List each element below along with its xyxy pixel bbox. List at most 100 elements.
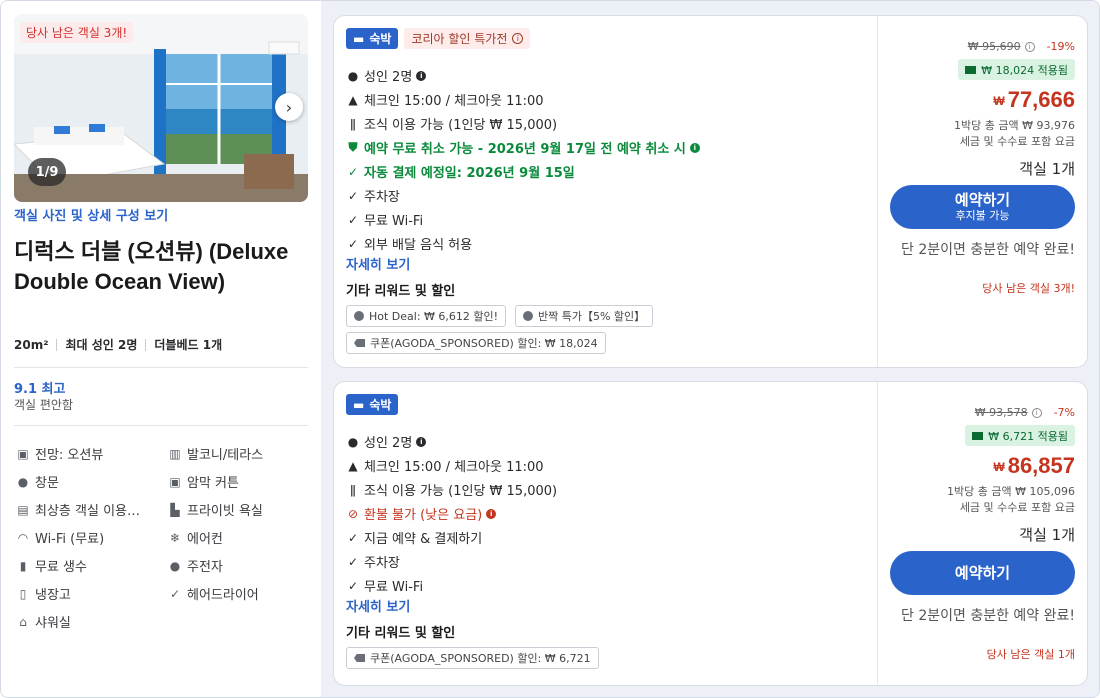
tax-note: 세금 및 수수료 포함 요금	[959, 135, 1075, 148]
quick-booking-note: 단 2분이면 충분한 예약 완료!	[901, 608, 1075, 624]
original-price-value: ₩ 93,578	[974, 406, 1028, 419]
feature-breakfast: ǁ 조식 이용 가능 (1인당 ₩ 15,000)	[346, 114, 557, 134]
feature-parking: ✓ 주차장	[346, 552, 400, 572]
flash-sale-chip[interactable]: 반짝 특가【5% 할인】	[515, 305, 654, 327]
info-icon: i	[512, 33, 524, 44]
room-score: 9.1 최고	[14, 382, 66, 397]
amenity-view: ▣ 전망: 오션뷰	[16, 444, 104, 464]
person-icon: ●	[347, 68, 359, 83]
amenity-kettle: ● 주전자	[168, 556, 223, 576]
photo-counter: 1/9	[28, 158, 66, 186]
room-occupancy: 최대 성인 2명	[65, 338, 138, 352]
bell-icon: ▲	[348, 458, 358, 473]
book-button-label: 예약하기	[954, 563, 1011, 582]
check-icon: ✓	[347, 530, 359, 545]
amenity-label: 창문	[35, 476, 59, 491]
meta-divider	[56, 338, 58, 351]
fridge-icon: ▯	[19, 586, 27, 601]
tax-note: 세금 및 수수료 포함 요금	[959, 501, 1075, 514]
amenity-hairdryer: ✓ 헤어드라이어	[168, 584, 259, 604]
rewards-heading: 기타 리워드 및 할인	[346, 284, 456, 299]
amenity-window: ● 창문	[16, 472, 59, 492]
applied-text: ₩ 18,024 적용됨	[981, 63, 1068, 77]
feature-pay-now: ✓ 지금 예약 & 결제하기	[346, 528, 483, 548]
feature-text: 주차장	[364, 190, 400, 205]
discount-percent: -19%	[1046, 40, 1075, 53]
offer-tags: ▬ 숙박	[346, 394, 399, 415]
bed-icon: ▬	[353, 397, 365, 412]
quick-booking-note: 단 2분이면 충분한 예약 완료!	[901, 242, 1075, 258]
chip-text: 반짝 특가【5% 할인】	[538, 310, 646, 323]
currency-symbol: ₩	[993, 460, 1005, 475]
feature-text: 주차장	[364, 556, 400, 571]
feature-breakfast: ǁ 조식 이용 가능 (1인당 ₩ 15,000)	[346, 480, 557, 500]
hairdryer-icon: ✓	[169, 586, 181, 601]
no-refund-icon: ⊘	[347, 506, 359, 521]
fork-knife-icon: ǁ	[350, 116, 356, 131]
chip-text: 쿠폰(AGODA_SPONSORED) 할인: ₩ 6,721	[370, 652, 591, 665]
ticket-icon	[965, 65, 977, 74]
promo-tag[interactable]: 코리아 할인 특가전 i	[404, 28, 531, 49]
stay-tag: ▬ 숙박	[346, 28, 399, 49]
amenity-label: 전망: 오션뷰	[35, 448, 104, 463]
feature-parking: ✓ 주차장	[346, 186, 400, 206]
view-icon: ▣	[17, 446, 29, 461]
discount-applied-badge: ₩ 6,721 적용됨	[965, 425, 1075, 446]
feature-guests: ● 성인 2명 i	[346, 66, 427, 85]
book-button[interactable]: 예약하기 후지불 가능	[890, 185, 1075, 229]
original-price-value: ₩ 95,690	[967, 40, 1021, 53]
feature-text: 외부 배달 음식 허용	[364, 238, 473, 253]
book-button[interactable]: 예약하기	[890, 551, 1075, 595]
coupon-icon	[354, 654, 365, 662]
feature-no-refund: ⊘ 환불 불가 (낮은 요금) i	[346, 504, 497, 523]
feature-text: 성인 2명	[364, 436, 413, 451]
info-icon[interactable]: i	[689, 142, 700, 153]
room-offer-panel: 당사 남은 객실 3개! › 1/9 객실 사진 및 상세 구성 보기 디럭스 …	[0, 0, 1100, 698]
amenity-label: 에어컨	[187, 532, 223, 547]
next-photo-button[interactable]: ›	[275, 93, 303, 121]
wifi-icon: ◠	[17, 530, 29, 545]
feature-checkin: ▲ 체크인 15:00 / 체크아웃 11:00	[346, 456, 543, 476]
coupon-icon	[354, 339, 365, 347]
ticket-icon	[972, 431, 984, 440]
view-room-photos-link[interactable]: 객실 사진 및 상세 구성 보기	[14, 205, 168, 224]
info-icon[interactable]: i	[1031, 407, 1042, 418]
room-photo[interactable]: 당사 남은 객실 3개! › 1/9	[14, 14, 308, 202]
hot-deal-chip[interactable]: Hot Deal: ₩ 6,612 할인!	[346, 305, 507, 327]
room-count[interactable]: 객실 1개	[1019, 158, 1075, 179]
feature-checkin: ▲ 체크인 15:00 / 체크아웃 11:00	[346, 90, 543, 110]
room-count[interactable]: 객실 1개	[1019, 524, 1075, 545]
coupon-chip[interactable]: 쿠폰(AGODA_SPONSORED) 할인: ₩ 18,024	[346, 332, 606, 354]
more-details-link[interactable]: 자세히 보기	[346, 254, 410, 273]
photo-rooms-left-badge: 당사 남은 객실 3개!	[20, 22, 134, 43]
per-night-total: 1박당 총 금액 ₩ 105,096	[947, 485, 1075, 498]
feature-auto-pay: ✓ 자동 결제 예정일: 2026년 9월 15일	[346, 162, 575, 182]
amenity-label: 최상층 객실 이용…	[35, 504, 140, 519]
info-icon[interactable]: i	[416, 70, 427, 81]
amenity-label: 프라이빗 욕실	[187, 504, 263, 519]
chip-text: Hot Deal: ₩ 6,612 할인!	[369, 310, 499, 323]
stay-tag-label: 숙박	[369, 398, 392, 412]
offer-card: ▬ 숙박 ● 성인 2명 i ▲ 체크인 15:00 / 체크아웃 11:00 ǁ 조식 …	[333, 381, 1088, 686]
more-details-link[interactable]: 자세히 보기	[346, 596, 410, 615]
check-icon: ✓	[347, 236, 359, 251]
section-divider	[14, 425, 308, 426]
rooms-left-note: 당사 남은 객실 1개	[986, 648, 1075, 661]
amenity-label: 헤어드라이어	[187, 588, 259, 603]
deal-icon	[354, 311, 364, 321]
price-column: ₩ 93,578 i -7% ₩ 6,721 적용됨 ₩86,857 1박당 총 금…	[877, 382, 1087, 685]
amenity-wifi: ◠ Wi-Fi (무료)	[16, 528, 104, 548]
check-icon: ✓	[347, 554, 359, 569]
currency-symbol: ₩	[993, 94, 1005, 109]
amenity-fridge: ▯ 냉장고	[16, 584, 71, 604]
section-divider	[14, 367, 308, 368]
info-icon[interactable]: i	[416, 436, 427, 447]
shower-icon: ⌂	[19, 614, 27, 629]
feature-text: 무료 Wi-Fi	[364, 214, 424, 229]
info-icon[interactable]: i	[486, 508, 497, 519]
amenity-curtain: ▣ 암막 커튼	[168, 472, 239, 492]
info-icon[interactable]: i	[1024, 41, 1035, 52]
coupon-chip[interactable]: 쿠폰(AGODA_SPONSORED) 할인: ₩ 6,721	[346, 647, 599, 669]
bell-icon: ▲	[348, 92, 358, 107]
feature-text: 지금 예약 & 결제하기	[364, 532, 483, 547]
